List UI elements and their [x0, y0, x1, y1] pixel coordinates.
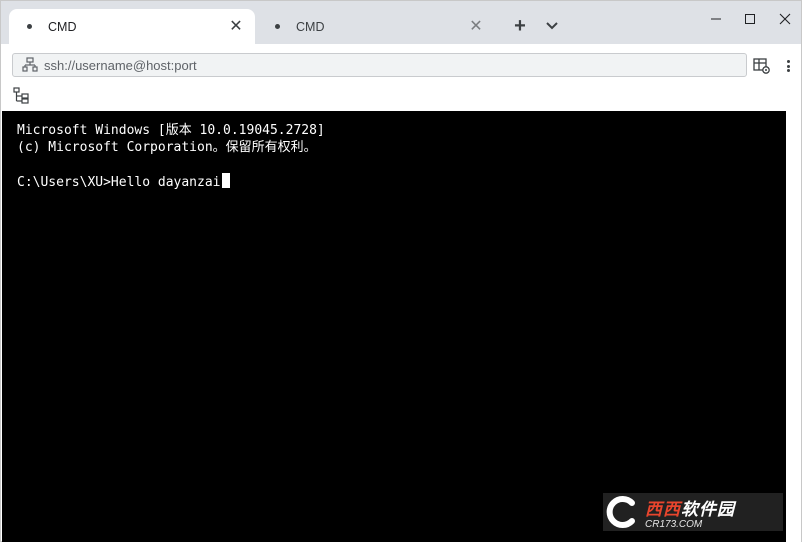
tab-strip: CMD ✕ CMD ✕ +: [1, 1, 801, 44]
scrollbar[interactable]: [786, 111, 801, 542]
watermark-url: CR173.COM: [645, 518, 703, 530]
address-row: [1, 44, 801, 84]
tab-title: CMD: [48, 19, 77, 34]
settings-icon[interactable]: [753, 57, 771, 75]
address-input[interactable]: [44, 57, 724, 73]
app-window: CMD ✕ CMD ✕ + ssh://username@host:port M…: [0, 0, 802, 542]
window-close-button[interactable]: [770, 7, 800, 31]
terminal-prompt-line: C:\Users\XU>Hello dayanzai: [17, 173, 786, 190]
minimize-button[interactable]: [701, 7, 731, 31]
watermark-logo: 西西软件园 CR173.COM: [603, 493, 783, 531]
terminal-line: Microsoft Windows [版本 10.0.19045.2728]: [17, 123, 325, 138]
circle-dot-icon: [275, 24, 280, 29]
address-bar[interactable]: [12, 53, 747, 77]
close-icon[interactable]: ✕: [467, 18, 485, 36]
circle-dot-icon: [27, 24, 32, 29]
tab-cmd-1[interactable]: CMD ✕: [9, 9, 255, 44]
more-vertical-icon[interactable]: [783, 57, 793, 75]
terminal-line: (c) Microsoft Corporation。保留所有权利。: [17, 140, 317, 155]
tab-cmd-2[interactable]: CMD ✕: [257, 9, 495, 44]
terminal-prompt-text: C:\Users\XU>Hello dayanzai: [17, 175, 221, 190]
network-icon: [22, 57, 38, 72]
close-icon[interactable]: ✕: [227, 18, 245, 36]
watermark-suffix: 软件园: [681, 499, 735, 520]
watermark-c-icon: [603, 493, 643, 531]
plus-icon[interactable]: +: [509, 15, 531, 37]
maximize-button[interactable]: [735, 7, 765, 31]
terminal-output[interactable]: Microsoft Windows [版本 10.0.19045.2728] (…: [2, 111, 786, 542]
tab-title: CMD: [296, 19, 325, 34]
terminal-cursor: [221, 173, 230, 188]
sitemap-icon[interactable]: [13, 87, 31, 105]
watermark-brand: 西西: [645, 499, 681, 520]
chevron-down-icon[interactable]: [541, 15, 563, 37]
